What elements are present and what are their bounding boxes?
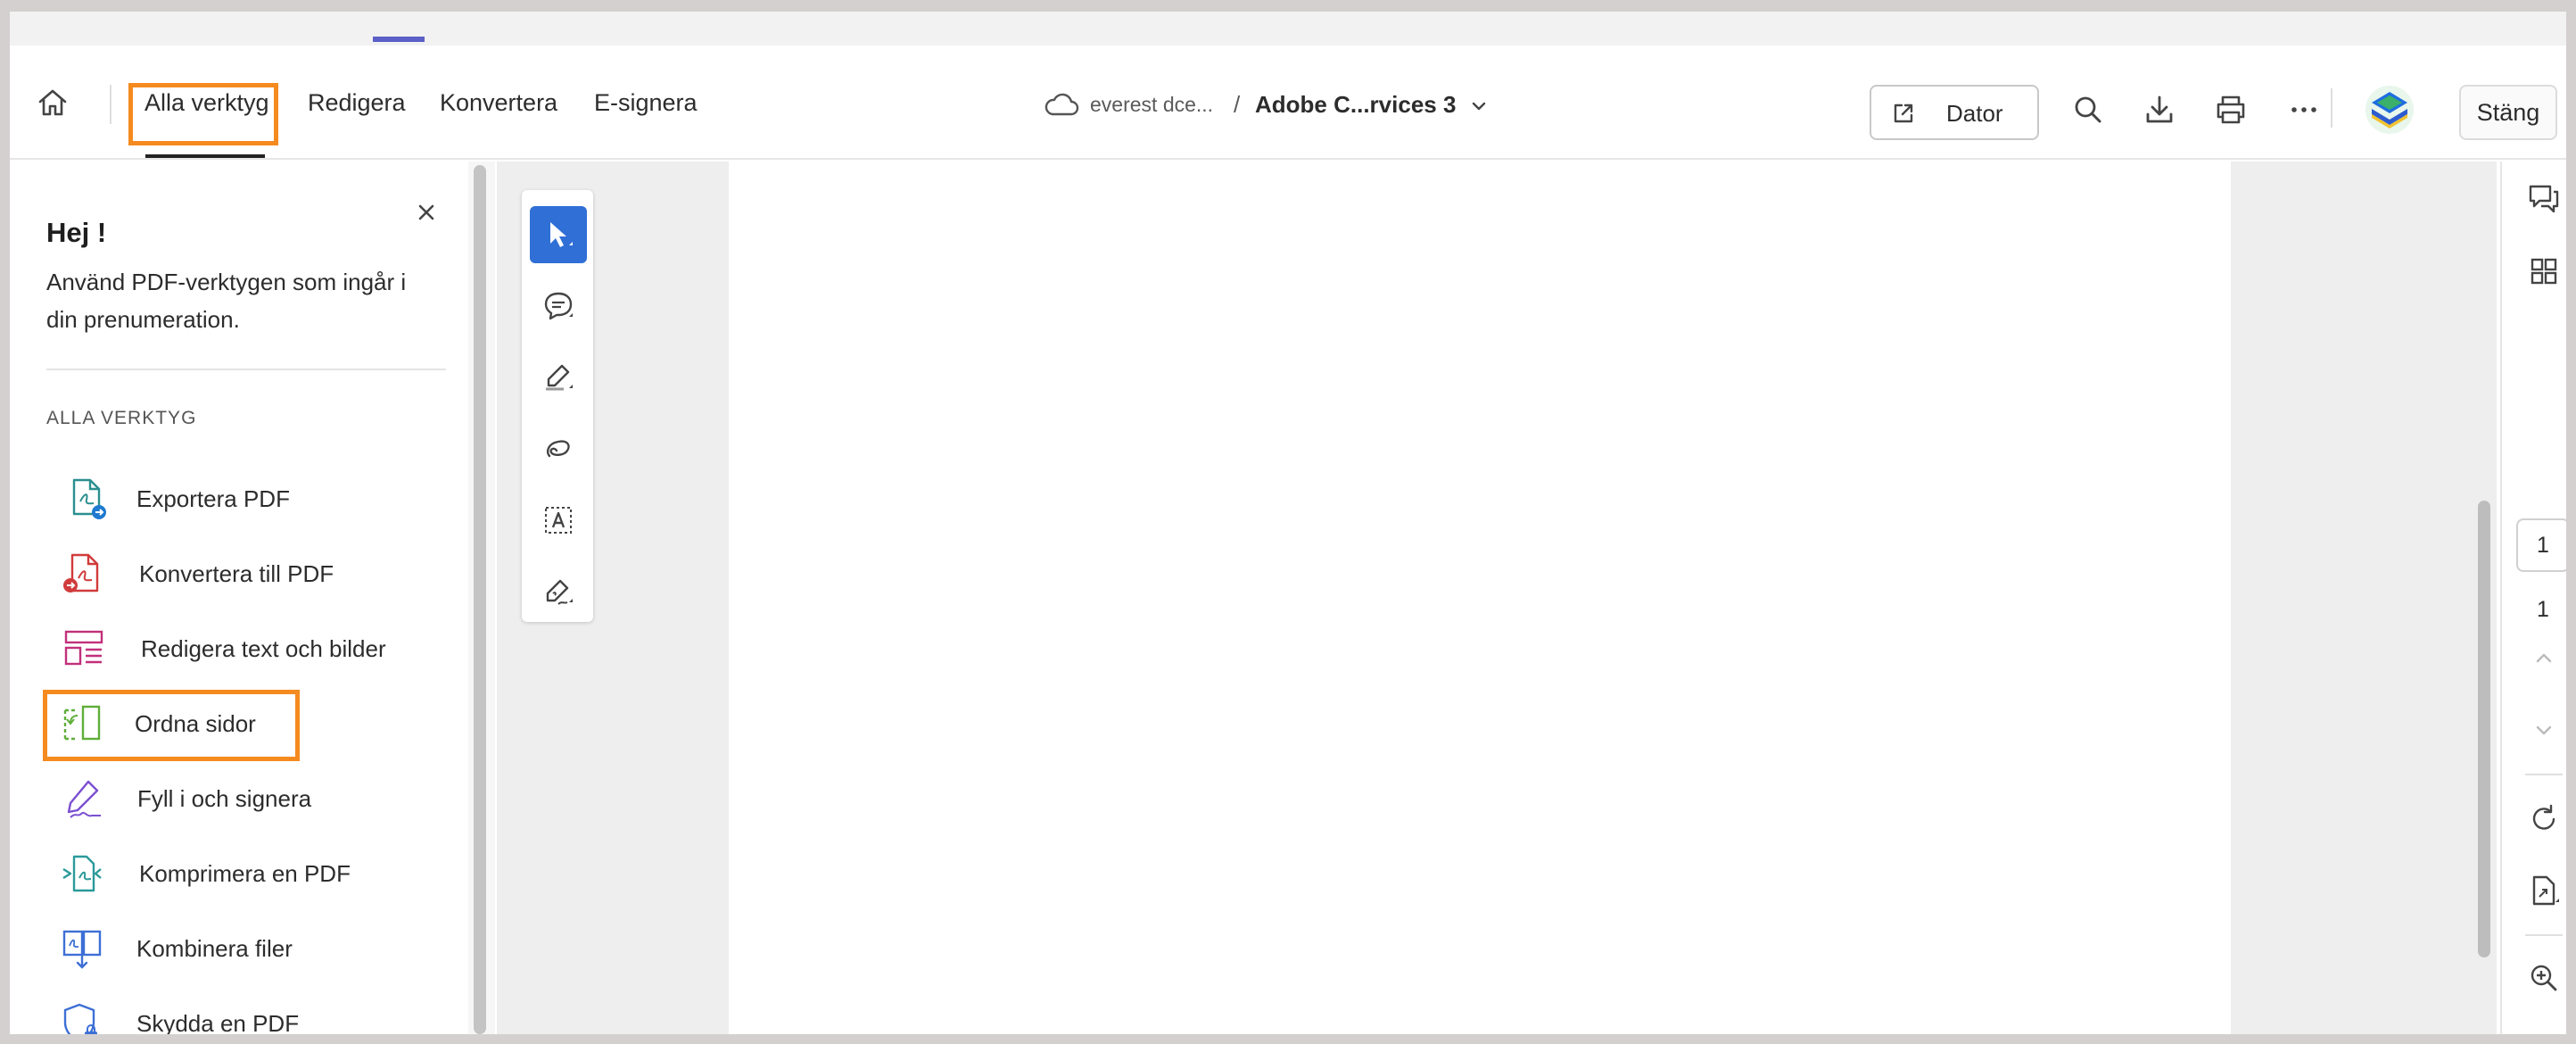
edit-text-images-icon [62,626,106,671]
select-icon [550,222,573,247]
close-button[interactable]: Stäng [2459,85,2557,140]
fill-sign-icon [62,776,106,821]
highlight-tool-button[interactable] [530,349,587,406]
tool-label: Komprimera en PDF [139,860,351,887]
sign-icon [546,579,573,605]
document-title[interactable]: Adobe C...rvices 3 [1255,87,1456,122]
rail-divider [2525,774,2563,775]
top-divider-right [2331,88,2332,128]
page-options-icon[interactable] [2527,874,2561,907]
highlight-box-tool [43,690,300,761]
avatar[interactable] [2365,85,2415,135]
highlight-box-tab [128,83,278,145]
comments-panel-icon[interactable] [2527,181,2561,215]
tools-panel: Hej ! Använd PDF-verktygen som ingår i d… [10,162,468,1034]
close-icon[interactable] [413,199,440,226]
tool-label: Kombinera filer [136,935,293,962]
search-icon[interactable] [2070,92,2106,128]
quick-tools-bar [522,190,593,622]
comment-tool-button[interactable] [530,278,587,335]
more-options-icon[interactable] [2286,92,2322,128]
dator-label: Dator [1946,100,2003,127]
zoom-in-icon[interactable] [2527,961,2561,995]
strip-accent-bar [373,37,425,42]
tool-edit-text-images[interactable]: Redigera text och bilder [10,614,468,676]
rotate-icon[interactable] [2527,802,2561,836]
panel-subtext: Använd PDF-verktygen som ingår i din pre… [46,269,407,333]
section-title: ALLA VERKTYG [46,408,197,428]
tool-label: Fyll i och signera [137,785,312,812]
tool-label: Skydda en PDF [136,1010,300,1034]
tool-compress-pdf[interactable]: Komprimera en PDF [10,839,468,901]
chevron-up-icon[interactable] [2527,642,2561,675]
convert-pdf-icon [60,551,104,596]
download-icon[interactable] [2142,92,2177,128]
chevron-down-page-icon[interactable] [2527,713,2561,747]
home-icon[interactable] [35,85,70,120]
active-tab-underline [145,154,265,158]
text-select-tool-button[interactable] [530,492,587,549]
sign-tool-button[interactable] [530,563,587,620]
combine-files-icon [60,926,104,971]
tool-convert-to-pdf[interactable]: Konvertera till PDF [10,539,468,601]
comment-icon [544,292,573,320]
tool-export-pdf[interactable]: Exportera PDF [10,464,468,526]
tab-redigera[interactable]: Redigera [308,85,406,120]
tool-combine-files[interactable]: Kombinera filer [10,914,468,976]
open-in-desktop-button[interactable]: Dator [1870,85,2039,140]
draw-icon [546,440,570,458]
top-bar: Alla verktyg Redigera Konvertera E-signe… [10,46,2566,160]
current-page-input[interactable]: 1 [2516,518,2566,572]
tool-label: Konvertera till PDF [139,560,334,587]
protect-pdf-icon [60,1001,104,1034]
rail-divider [2525,934,2563,936]
top-divider [110,85,111,124]
highlight-icon [546,364,573,391]
select-tool-button[interactable] [530,206,587,263]
tool-fill-sign[interactable]: Fyll i och signera [10,764,468,826]
export-pdf-icon [65,476,110,521]
breadcrumb-separator: / [1234,91,1241,118]
thumbnails-grid-icon[interactable] [2527,254,2561,288]
tool-label: Redigera text och bilder [141,635,386,662]
breadcrumb-folder[interactable]: everest dce... [1090,88,1213,120]
text-select-icon [545,507,572,534]
panel-scrollbar-thumb[interactable] [474,165,486,1034]
canvas-scrollbar-thumb[interactable] [2478,501,2490,957]
tab-konvertera[interactable]: Konvertera [440,85,557,120]
draw-tool-button[interactable] [530,420,587,477]
tool-label: Exportera PDF [136,485,290,512]
print-icon[interactable] [2213,92,2249,128]
compress-pdf-icon [60,851,104,896]
chevron-down-icon[interactable] [1468,95,1490,117]
tool-protect-pdf[interactable]: Skydda en PDF [10,989,468,1034]
panel-divider [46,369,446,370]
document-page[interactable] [729,162,2231,1034]
cloud-icon [1043,90,1080,119]
tab-e-signera[interactable]: E-signera [594,85,698,120]
app-window: Alla verktyg Redigera Konvertera E-signe… [10,12,2566,1034]
panel-greeting: Hej ! [46,217,107,248]
total-pages: 1 [2537,597,2549,622]
open-external-icon [1891,101,1916,126]
